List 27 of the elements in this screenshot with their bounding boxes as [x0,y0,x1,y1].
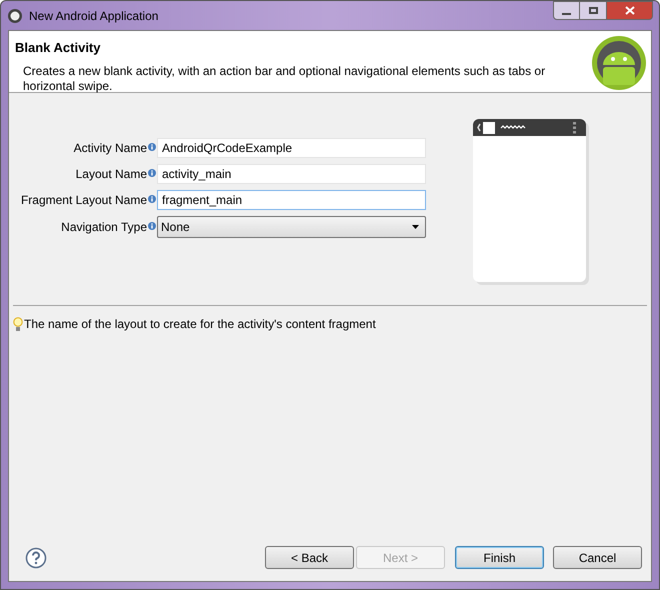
minimize-button[interactable] [553,1,580,20]
app-icon [7,8,23,24]
dialog-button[interactable]: < Back [265,546,354,569]
field-label: Navigation Type [60,219,147,236]
info-icon [148,142,156,150]
field-label: Layout Name [74,166,147,183]
hint-text: The name of the layout to create for the activity's content fragment [24,316,376,333]
dialog-button[interactable]: Finish [455,546,544,569]
caret-icon [412,225,419,229]
info-icon [148,194,156,202]
dropdown[interactable]: None [157,216,426,238]
maximize-button[interactable] [580,1,607,20]
close-button[interactable] [607,1,653,20]
field-label: Fragment Layout Name [20,192,147,209]
page-description: Creates a new blank activity, with an action bar and optional navigational elements such as tabs or horizontal swipe. [22,64,546,94]
field-label: Activity Name [72,140,147,157]
input-field[interactable]: AndroidQrCodeExample [157,138,426,158]
close-icon [624,6,634,15]
window-title: New Android Application [29,8,158,24]
info-icon [148,168,156,176]
input-field[interactable]: fragment_main [157,190,426,210]
page-title: Blank Activity [15,39,102,57]
help-icon[interactable] [25,546,47,568]
dialog-button[interactable]: Cancel [553,546,642,569]
lightbulb-icon [13,316,23,332]
info-icon [148,222,156,230]
input-field[interactable]: activity_main [157,164,426,184]
